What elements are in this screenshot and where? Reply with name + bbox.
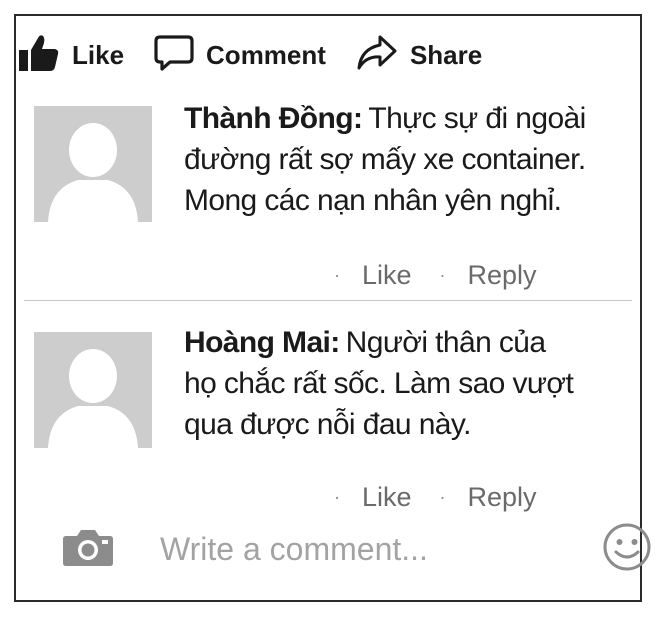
comment-line: đường rất sợ mấy xe container. [184,143,586,176]
comment-line: Thực sự đi ngoài [368,102,586,135]
comment-author[interactable]: Thành Đồng: [184,102,363,135]
thumbs-up-icon [18,34,60,77]
comment-line: họ chắc rất sốc. Làm sao vượt [184,367,574,400]
separator-dot: · [334,487,340,507]
post-action-bar: Like Comment Share [18,30,618,80]
comment-author[interactable]: Hoàng Mai: [184,326,340,359]
comment-actions: · Like · Reply [334,260,565,291]
camera-icon[interactable] [62,527,114,572]
share-button[interactable]: Share [356,34,482,77]
comment-composer [62,523,651,574]
smiley-icon[interactable] [602,522,652,577]
share-label: Share [409,39,483,70]
comment-reply-link[interactable]: Reply [468,482,537,513]
comment-text: Hoàng Mai: Người thân của họ chắc rất sốc… [184,322,624,445]
comment-like-link[interactable]: Like [362,260,412,291]
comment-button[interactable]: Comment [154,34,326,77]
comment-reply-link[interactable]: Reply [468,260,537,291]
avatar[interactable] [34,332,152,448]
comment-label: Comment [206,39,326,70]
comment-line: qua được nỗi đau này. [184,408,471,441]
comment-input[interactable] [160,530,540,568]
like-button[interactable]: Like [18,34,124,77]
comment-line: Người thân của [345,326,546,359]
like-label: Like [72,39,125,70]
comment-text: Thành Đồng: Thực sự đi ngoài đường rất sợ… [184,98,624,221]
comment-actions: · Like · Reply [334,482,565,513]
separator-dot: · [334,265,340,285]
separator-dot: · [439,265,446,285]
speech-bubble-icon [154,34,194,77]
comment-line: Mong các nạn nhân yên nghỉ. [184,184,562,217]
separator-dot: · [439,487,446,507]
comment-like-link[interactable]: Like [362,482,412,513]
share-arrow-icon [356,34,398,77]
avatar[interactable] [34,106,152,222]
comment-divider [24,300,632,301]
